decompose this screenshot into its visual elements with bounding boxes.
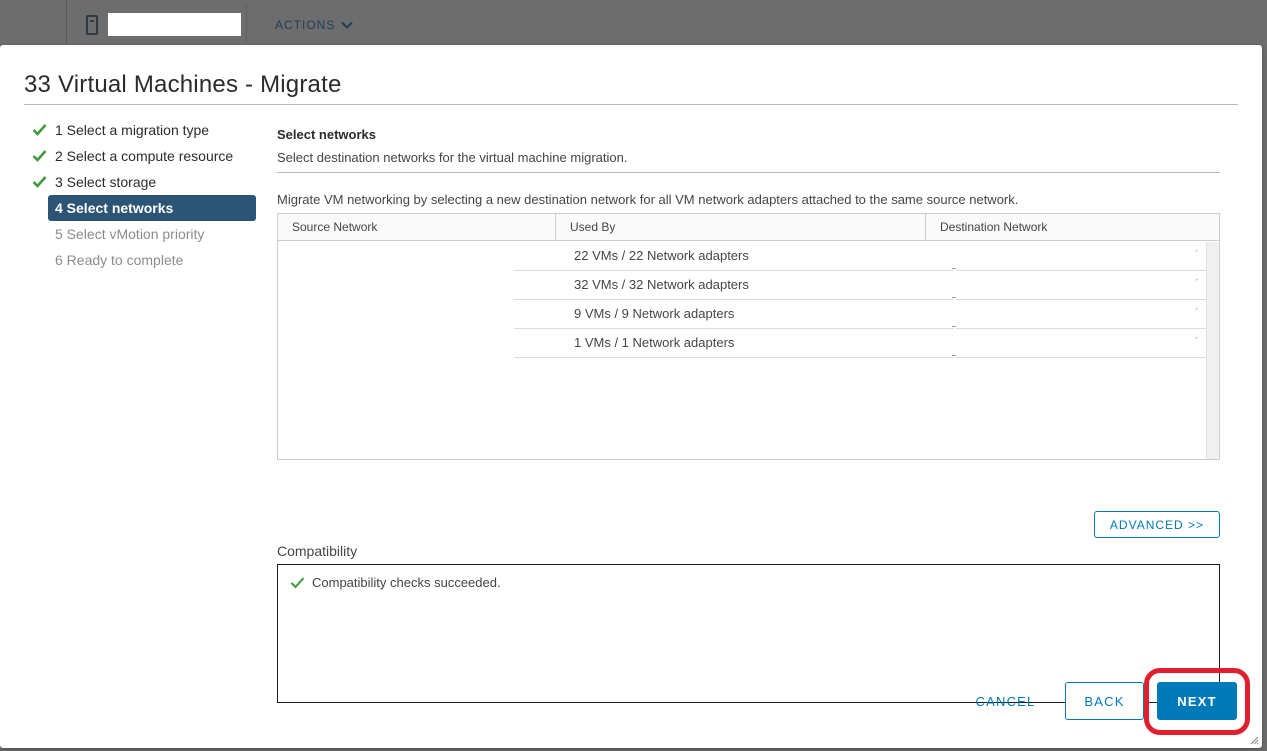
checkmark-icon (290, 577, 305, 589)
header-divider (246, 4, 247, 42)
back-button[interactable]: BACK (1065, 682, 1144, 720)
step-vmotion-priority: 5 Select vMotion priority (24, 221, 260, 247)
destination-network-select[interactable]: ˊ (956, 242, 1206, 271)
dropdown-icon: ˊ (1195, 307, 1198, 317)
checkmark-icon (32, 150, 47, 162)
column-header-destination-network[interactable]: Destination Network (925, 214, 1219, 241)
section-title: Select networks (277, 127, 376, 142)
step-compute-resource[interactable]: 2 Select a compute resource (24, 143, 260, 169)
background-header: ACTIONS (0, 0, 1267, 46)
dropdown-icon: ˊ (1195, 278, 1198, 288)
checkmark-icon (32, 176, 47, 188)
resize-grip-icon[interactable] (1250, 736, 1259, 745)
destination-network-select[interactable]: ˊ (956, 329, 1206, 358)
grid-header: Source Network Used By Destination Netwo… (278, 214, 1219, 241)
table-row[interactable]: 9 VMs / 9 Network adapters ˊ (278, 300, 1219, 329)
compatibility-text: Compatibility checks succeeded. (312, 575, 501, 590)
dialog-title: 33 Virtual Machines - Migrate (24, 71, 342, 98)
section-divider (277, 172, 1220, 173)
grid-scrollbar[interactable] (1206, 242, 1219, 459)
table-row[interactable]: 1 VMs / 1 Network adapters ˊ (278, 329, 1219, 358)
header-divider (66, 0, 67, 46)
column-header-used-by[interactable]: Used By (555, 214, 925, 241)
checkmark-icon (32, 124, 47, 136)
wizard-steps: 1 Select a migration type 2 Select a com… (24, 117, 260, 273)
grid-body: 22 VMs / 22 Network adapters ˊ 32 VMs / … (278, 242, 1219, 459)
step-label: 1 Select a migration type (55, 122, 210, 138)
table-row[interactable]: 22 VMs / 22 Network adapters ˊ (278, 242, 1219, 271)
column-header-source-network[interactable]: Source Network (278, 214, 555, 241)
step-label: 2 Select a compute resource (55, 148, 234, 164)
used-by-cell: 1 VMs / 1 Network adapters (514, 329, 954, 358)
advanced-button[interactable]: ADVANCED >> (1094, 511, 1220, 538)
network-grid: Source Network Used By Destination Netwo… (277, 213, 1220, 460)
destination-network-select[interactable]: ˊ (956, 271, 1206, 300)
step-label: 5 Select vMotion priority (55, 226, 205, 242)
next-button[interactable]: NEXT (1157, 682, 1237, 720)
title-divider (24, 104, 1238, 105)
section-subtitle: Select destination networks for the virt… (277, 150, 628, 165)
actions-menu[interactable]: ACTIONS (275, 18, 354, 32)
object-name-redacted (108, 13, 241, 36)
chevron-down-icon (341, 21, 354, 29)
dropdown-icon: ˊ (1195, 336, 1198, 346)
dropdown-icon: ˊ (1195, 249, 1198, 259)
used-by-cell: 22 VMs / 22 Network adapters (514, 242, 954, 271)
instructions-text: Migrate VM networking by selecting a new… (277, 192, 1019, 207)
step-label: 4 Select networks (55, 200, 174, 216)
compatibility-label: Compatibility (277, 543, 358, 559)
cancel-button[interactable]: CANCEL (962, 682, 1049, 720)
used-by-cell: 9 VMs / 9 Network adapters (514, 300, 954, 329)
step-networks[interactable]: 4 Select networks (48, 195, 256, 221)
vm-icon (86, 15, 98, 35)
step-migration-type[interactable]: 1 Select a migration type (24, 117, 260, 143)
migrate-dialog: 33 Virtual Machines - Migrate 1 Select a… (0, 45, 1262, 748)
compatibility-message: Compatibility checks succeeded. (290, 575, 501, 590)
destination-network-select[interactable]: ˊ (956, 300, 1206, 329)
table-row[interactable]: 32 VMs / 32 Network adapters ˊ (278, 271, 1219, 300)
step-storage[interactable]: 3 Select storage (24, 169, 260, 195)
step-label: 6 Ready to complete (55, 252, 184, 268)
actions-label: ACTIONS (275, 18, 336, 32)
step-ready-to-complete: 6 Ready to complete (24, 247, 260, 273)
step-label: 3 Select storage (55, 174, 157, 190)
used-by-cell: 32 VMs / 32 Network adapters (514, 271, 954, 300)
